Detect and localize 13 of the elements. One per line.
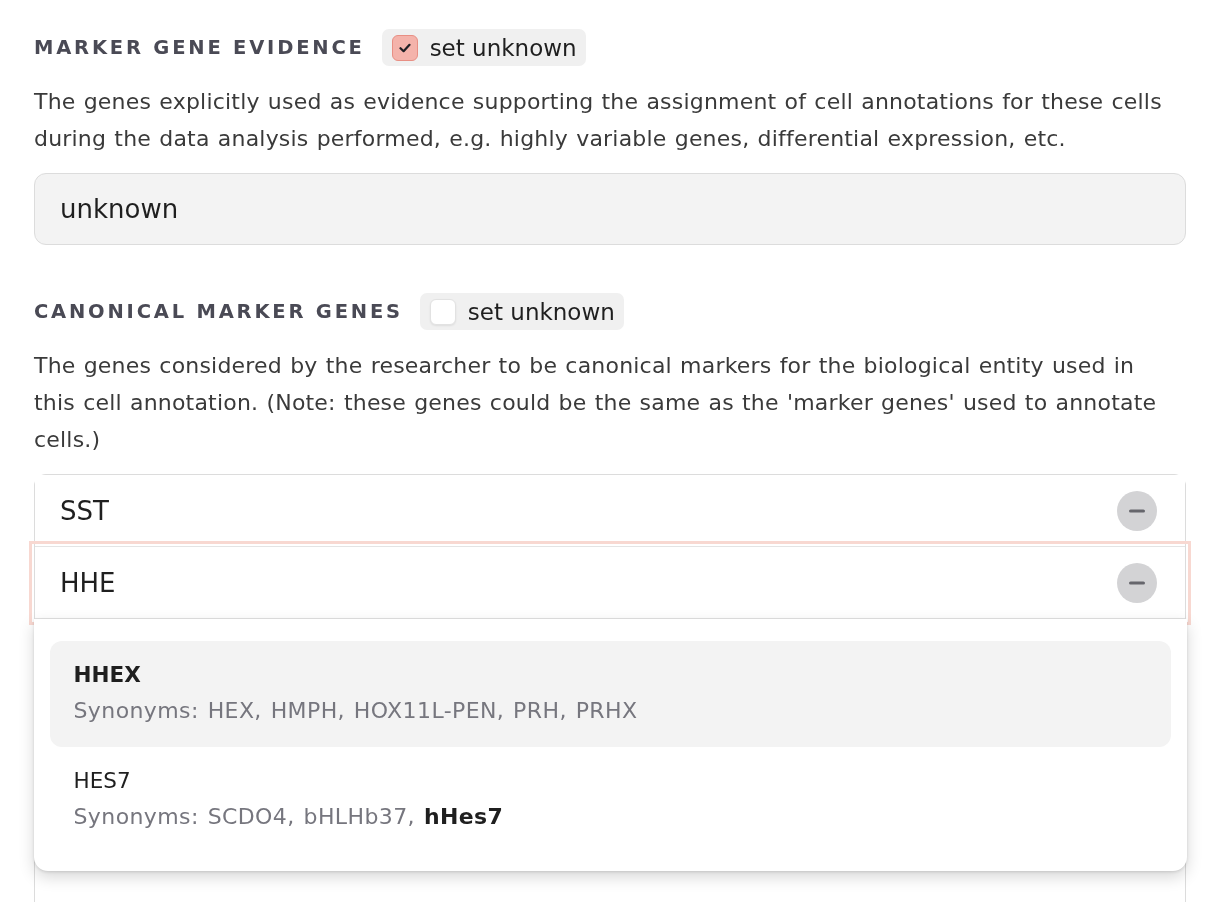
section-heading: MARKER GENE EVIDENCE <box>34 36 365 59</box>
suggestion-option[interactable]: HHEX Synonyms: HEX, HMPH, HOX11L-PEN, PRH, PRHX <box>49 641 1171 747</box>
checkbox[interactable] <box>391 34 418 61</box>
remove-icon[interactable] <box>1117 490 1157 531</box>
remove-icon[interactable] <box>1117 562 1157 603</box>
field-description: The genes considered by the researcher to be canonical markers for the biological entity used in this cell annotation. (Note: these genes could be the same as the 'marker genes' used to annotate cells.) <box>34 352 1158 454</box>
set-unknown-toggle[interactable]: set unknown <box>381 29 586 66</box>
checkmark-icon <box>398 42 411 53</box>
gene-field[interactable]: SST <box>35 475 1185 547</box>
section-heading: CANONICAL MARKER GENES <box>34 300 403 323</box>
set-unknown-toggle[interactable]: set unknown <box>419 293 624 330</box>
field-description: The genes explicitly used as evidence supporting the assignment of cell annotations for these cells during the data analysis performed, e.g. highly variable genes, differential expression, etc. <box>34 88 1163 153</box>
text-field[interactable]: unknown <box>34 173 1186 245</box>
